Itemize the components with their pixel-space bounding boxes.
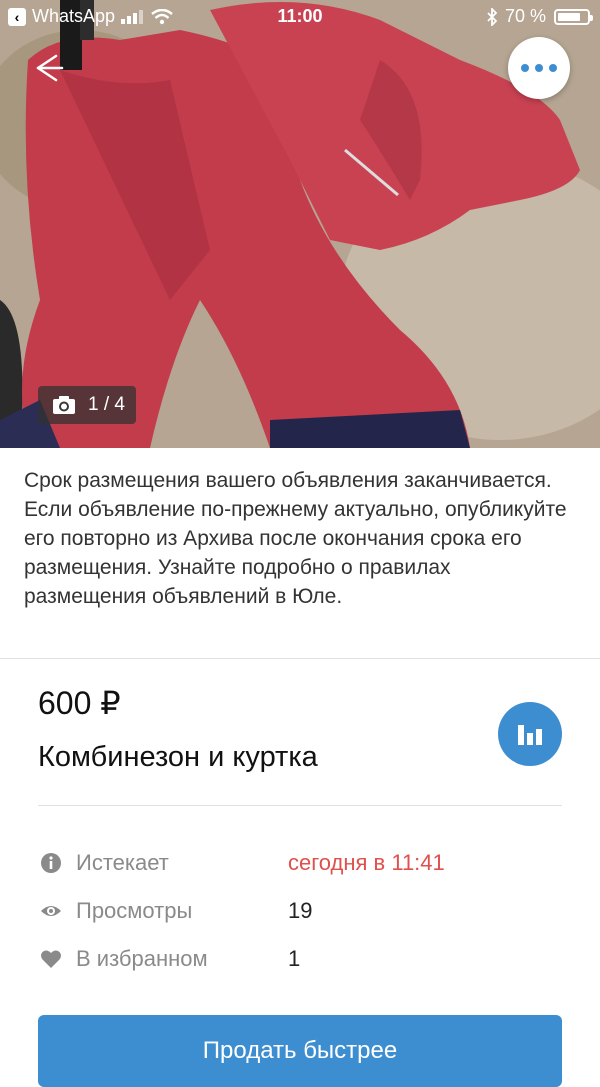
listing-photo[interactable]: ‹ WhatsApp 11:00 70 % 1 / 4 — [0, 0, 600, 448]
bar-chart-icon — [518, 725, 542, 745]
eye-icon — [41, 906, 61, 916]
more-dot-icon — [535, 64, 543, 72]
battery-icon — [554, 8, 593, 25]
statistics-button[interactable] — [498, 702, 562, 766]
detail-label: В избранном — [76, 946, 208, 971]
heart-icon — [41, 950, 61, 968]
back-button[interactable] — [30, 50, 70, 86]
arrow-left-icon — [36, 54, 64, 82]
battery-percent: 70 % — [504, 6, 546, 26]
divider — [38, 805, 562, 806]
detail-value: 1 — [288, 946, 301, 971]
detail-row-expires: Истекает сегодня в 11:41 — [38, 843, 562, 883]
status-right: 70 % — [487, 6, 593, 27]
detail-value: сегодня в 11:41 — [288, 850, 445, 875]
expiry-notice: Срок размещения вашего объявления заканч… — [24, 469, 567, 608]
listing-price: 600 ₽ — [38, 685, 121, 721]
divider — [0, 658, 600, 659]
more-options-button[interactable] — [508, 37, 570, 99]
status-bar: ‹ WhatsApp 11:00 70 % — [0, 0, 600, 34]
detail-label: Просмотры — [76, 898, 193, 923]
info-icon — [41, 853, 61, 873]
detail-row-favorites: В избранном 1 — [38, 939, 562, 979]
photo-counter: 1 / 4 — [38, 386, 136, 424]
more-dot-icon — [549, 64, 557, 72]
listing-title: Комбинезон и куртка — [38, 741, 318, 773]
bluetooth-icon — [487, 7, 497, 26]
detail-row-views: Просмотры 19 — [38, 891, 562, 931]
more-dot-icon — [521, 64, 529, 72]
camera-icon — [53, 396, 75, 414]
detail-label: Истекает — [76, 850, 169, 875]
detail-value: 19 — [288, 898, 313, 923]
photo-counter-text: 1 / 4 — [88, 394, 125, 415]
sell-faster-button[interactable]: Продать быстрее — [38, 1015, 562, 1087]
